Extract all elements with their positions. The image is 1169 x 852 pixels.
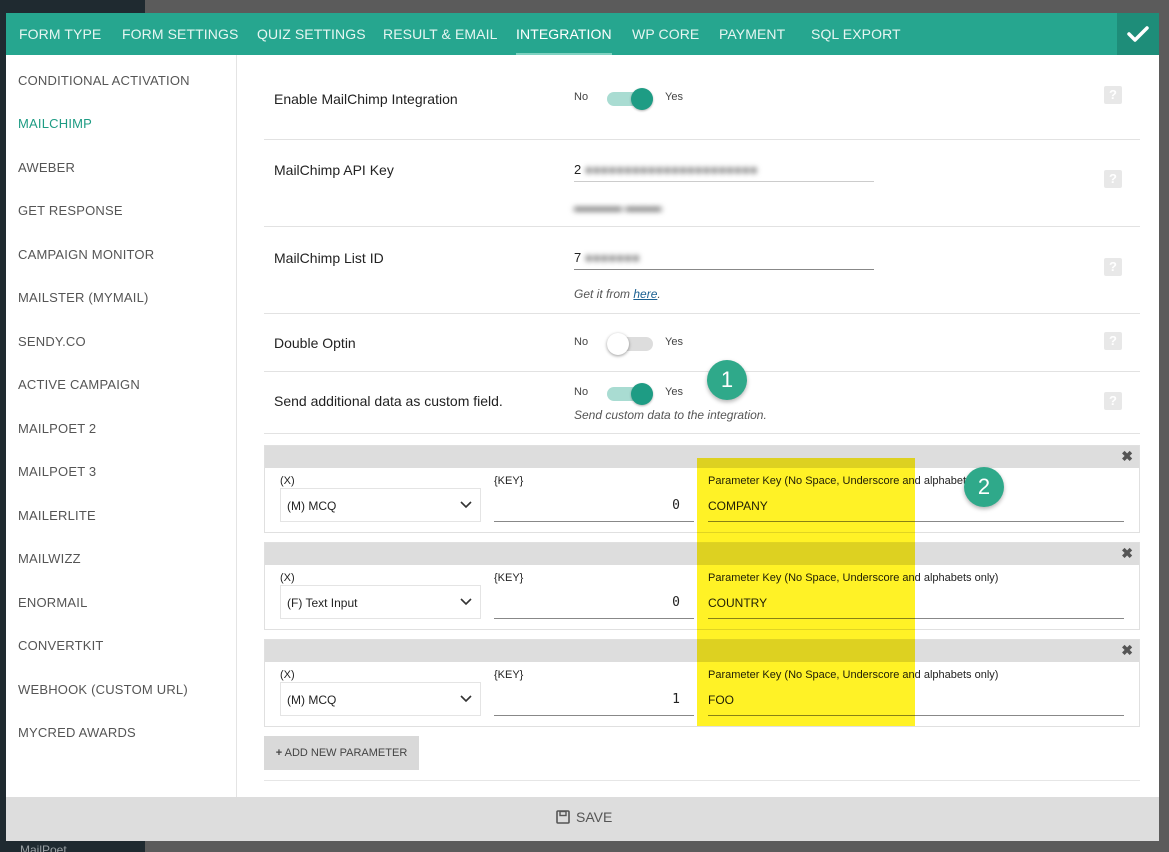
sidebar-item-sendy[interactable]: SENDY.CO (18, 334, 86, 349)
sidebar-item-campaign-monitor[interactable]: CAMPAIGN MONITOR (18, 247, 154, 262)
custom-field-yes-label: Yes (665, 386, 683, 398)
x-label: (X) (280, 475, 295, 487)
field-select[interactable]: (M) MCQ (280, 488, 481, 522)
sidebar-item-mycred-awards[interactable]: MYCRED AWARDS (18, 725, 136, 740)
help-icon[interactable]: ? (1104, 170, 1122, 188)
tab-integration[interactable]: INTEGRATION (516, 13, 612, 55)
field-select-value: (F) Text Input (287, 596, 358, 610)
helper-prefix: Get it from (574, 287, 634, 301)
double-optin-yes-label: Yes (665, 336, 683, 348)
sidebar-item-mailwizz[interactable]: MAILWIZZ (18, 551, 81, 566)
annotation-marker-1: 1 (707, 360, 747, 400)
x-label: (X) (280, 669, 295, 681)
enable-mailchimp-toggle[interactable] (607, 88, 653, 110)
enable-mailchimp-label: Enable MailChimp Integration (274, 91, 458, 107)
backdrop-label: MailPoet (20, 843, 67, 852)
field-select[interactable]: (F) Text Input (280, 585, 481, 619)
add-parameter-button[interactable]: + ADD NEW PARAMETER (264, 736, 419, 770)
key-label: {KEY} (494, 669, 524, 681)
save-label: SAVE (576, 809, 613, 825)
sidebar-item-mailpoet-2[interactable]: MAILPOET 2 (18, 421, 96, 436)
list-id-label: MailChimp List ID (274, 250, 384, 266)
toggle-knob (631, 383, 653, 405)
sidebar-item-convertkit[interactable]: CONVERTKIT (18, 638, 104, 653)
key-label: {KEY} (494, 572, 524, 584)
api-key-masked: ●●●●●●●●●●●●●●●●●●●●●● (581, 162, 758, 177)
field-select-value: (M) MCQ (287, 693, 337, 707)
annotation-marker-2: 2 (964, 467, 1004, 507)
highlight-overlay (697, 458, 915, 726)
key-input[interactable]: 0 (494, 488, 694, 522)
add-parameter-label: ADD NEW PARAMETER (284, 747, 408, 759)
key-input[interactable]: 0 (494, 585, 694, 619)
toggle-knob (607, 333, 629, 355)
settings-modal: FORM TYPE FORM SETTINGS QUIZ SETTINGS RE… (6, 13, 1159, 841)
chevron-down-icon (460, 501, 472, 509)
sidebar-item-webhook[interactable]: WEBHOOK (CUSTOM URL) (18, 682, 188, 697)
list-id-input[interactable]: 7 ●●●●●●● (574, 244, 874, 270)
sidebar-item-mailerlite[interactable]: MAILERLITE (18, 508, 96, 523)
tab-payment[interactable]: PAYMENT (719, 13, 785, 55)
key-input[interactable]: 1 (494, 682, 694, 716)
sidebar-item-mailster[interactable]: MAILSTER (MYMAIL) (18, 290, 149, 305)
floppy-disk-icon (556, 810, 570, 824)
field-select[interactable]: (M) MCQ (280, 682, 481, 716)
chevron-down-icon (460, 695, 472, 703)
sidebar-item-mailchimp[interactable]: MAILCHIMP (18, 116, 92, 131)
enable-no-label: No (574, 91, 589, 103)
tab-quiz-settings[interactable]: QUIZ SETTINGS (257, 13, 366, 55)
confirm-button[interactable] (1117, 13, 1159, 55)
close-icon[interactable]: ✖ (1121, 642, 1133, 659)
divider (264, 780, 1140, 781)
helper-suffix: . (657, 287, 661, 301)
plus-icon: + (275, 747, 283, 759)
tab-sql-export[interactable]: SQL EXPORT (811, 13, 901, 55)
custom-field-toggle[interactable] (607, 383, 653, 405)
sidebar-item-mailpoet-3[interactable]: MAILPOET 3 (18, 464, 96, 479)
chevron-down-icon (460, 598, 472, 606)
double-optin-row: Double Optin No Yes ? (264, 314, 1140, 372)
check-icon (1127, 26, 1149, 42)
toggle-knob (631, 88, 653, 110)
list-id-here-link[interactable]: here (633, 287, 657, 301)
x-label: (X) (280, 572, 295, 584)
help-icon[interactable]: ? (1104, 332, 1122, 350)
double-optin-toggle[interactable] (607, 333, 653, 355)
tab-wp-core[interactable]: WP CORE (632, 13, 699, 55)
help-icon[interactable]: ? (1104, 86, 1122, 104)
enable-yes-label: Yes (665, 91, 683, 103)
sidebar-item-conditional-activation[interactable]: CONDITIONAL ACTIVATION (18, 73, 190, 88)
tab-result-email[interactable]: RESULT & EMAIL (383, 13, 497, 55)
sidebar-item-get-response[interactable]: GET RESPONSE (18, 203, 123, 218)
field-select-value: (M) MCQ (287, 499, 337, 513)
close-icon[interactable]: ✖ (1121, 448, 1133, 465)
close-icon[interactable]: ✖ (1121, 545, 1133, 562)
sidebar-item-enormail[interactable]: ENORMAIL (18, 595, 88, 610)
help-icon[interactable]: ? (1104, 258, 1122, 276)
tab-form-settings[interactable]: FORM SETTINGS (122, 13, 238, 55)
tab-form-type[interactable]: FORM TYPE (19, 13, 101, 55)
custom-field-helper: Send custom data to the integration. (574, 408, 767, 422)
sidebar-item-active-campaign[interactable]: ACTIVE CAMPAIGN (18, 377, 140, 392)
api-key-label: MailChimp API Key (274, 162, 394, 178)
double-optin-no-label: No (574, 336, 589, 348)
custom-field-row: Send additional data as custom field. No… (264, 372, 1140, 434)
footer: SAVE (6, 797, 1159, 841)
api-key-row: MailChimp API Key 2 ●●●●●●●●●●●●●●●●●●●●… (264, 140, 1140, 227)
enable-mailchimp-row: Enable MailChimp Integration No Yes ? (264, 55, 1140, 140)
custom-field-label: Send additional data as custom field. (274, 393, 503, 409)
api-key-helper-blurred: ▬▬▬▬ ▬▬▬ (574, 200, 662, 214)
api-key-input[interactable]: 2 ●●●●●●●●●●●●●●●●●●●●●● (574, 156, 874, 182)
sidebar-item-aweber[interactable]: AWEBER (18, 160, 75, 175)
key-label: {KEY} (494, 475, 524, 487)
list-id-row: MailChimp List ID 7 ●●●●●●● Get it from … (264, 227, 1140, 314)
integration-sidebar: CONDITIONAL ACTIVATION MAILCHIMP AWEBER … (6, 55, 237, 797)
list-id-masked: ●●●●●●● (581, 250, 640, 265)
double-optin-label: Double Optin (274, 335, 356, 351)
list-id-helper: Get it from here. (574, 287, 661, 301)
help-icon[interactable]: ? (1104, 392, 1122, 410)
tab-bar: FORM TYPE FORM SETTINGS QUIZ SETTINGS RE… (6, 13, 1159, 55)
custom-field-no-label: No (574, 386, 589, 398)
save-button[interactable]: SAVE (556, 809, 612, 825)
